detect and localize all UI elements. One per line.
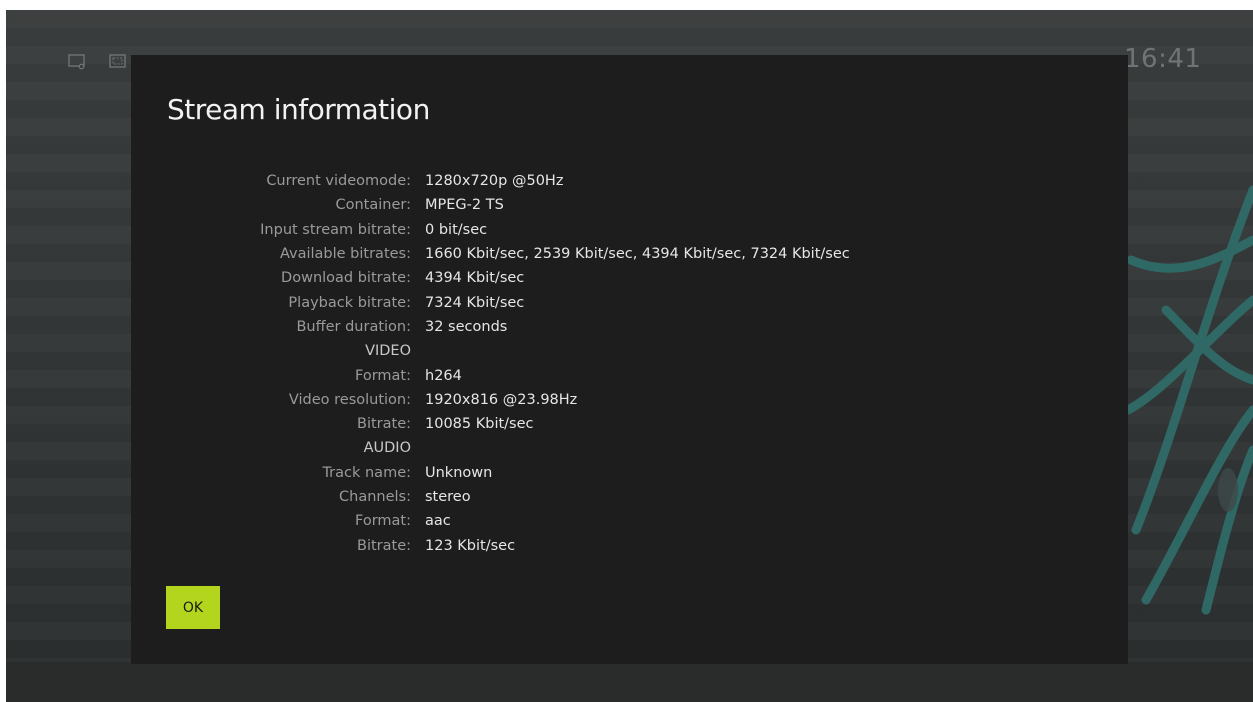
section-header-row: VIDEO [131, 339, 1128, 363]
info-value: 1280x720p @50Hz [425, 173, 564, 190]
info-row: Channels: stereo [131, 485, 1128, 509]
info-value: stereo [425, 489, 471, 505]
info-label: Format: [355, 367, 411, 384]
info-label: Format: [355, 513, 411, 530]
info-label: Track name: [322, 464, 411, 481]
info-value: h264 [425, 367, 462, 384]
info-value: MPEG-2 TS [425, 197, 504, 214]
info-row: Video resolution: 1920x816 @23.98Hz [131, 388, 1128, 412]
info-label: Input stream bitrate: [260, 221, 411, 238]
info-row: Track name: Unknown [131, 461, 1128, 485]
info-row: Buffer duration: 32 seconds [131, 315, 1128, 339]
info-value: 4394 Kbit/sec [425, 270, 525, 287]
stream-info-dialog: Stream information Current videomode: 128… [131, 55, 1128, 664]
stream-info-table: Current videomode: 1280x720p @50Hz Contain… [131, 169, 1128, 558]
section-header: AUDIO [363, 440, 411, 457]
info-label: Buffer duration: [296, 318, 411, 335]
info-label: Download bitrate: [281, 270, 411, 287]
info-label: Available bitrates: [279, 246, 411, 263]
cast-icon[interactable] [68, 54, 86, 70]
info-label: Playback bitrate: [288, 294, 411, 311]
info-row: Format: h264 [131, 363, 1128, 387]
info-row: Playback bitrate: 7324 Kbit/sec [131, 290, 1128, 314]
fullscreen-icon[interactable] [109, 54, 127, 70]
info-label: Container: [335, 197, 412, 214]
info-label: Bitrate: [357, 537, 411, 554]
info-row: Download bitrate: 4394 Kbit/sec [131, 266, 1128, 290]
info-row: Container: MPEG-2 TS [131, 193, 1128, 217]
info-value: 7324 Kbit/sec [425, 294, 525, 311]
dialog-title: Stream information [167, 93, 430, 126]
info-value: 0 bit/sec [425, 221, 488, 238]
info-row: Bitrate: 123 Kbit/sec [131, 533, 1128, 557]
info-label: Bitrate: [357, 416, 411, 433]
section-header-row: AUDIO [131, 436, 1128, 460]
info-label: Channels: [339, 489, 411, 505]
info-row: Current videomode: 1280x720p @50Hz [131, 169, 1128, 193]
info-value: 1660 Kbit/sec, 2539 Kbit/sec, 4394 Kbit/… [425, 246, 850, 263]
info-label: Current videomode: [266, 173, 411, 190]
info-value: 32 seconds [425, 318, 508, 335]
bottom-band [6, 662, 1253, 702]
info-row: Available bitrates: 1660 Kbit/sec, 2539 K… [131, 242, 1128, 266]
info-row: Bitrate: 10085 Kbit/sec [131, 412, 1128, 436]
info-value: 10085 Kbit/sec [425, 416, 534, 433]
info-row: Format: aac [131, 509, 1128, 533]
section-header: VIDEO [365, 343, 411, 360]
info-value: Unknown [425, 464, 493, 481]
info-value: aac [425, 513, 451, 530]
info-value: 1920x816 @23.98Hz [425, 391, 578, 408]
info-label: Video resolution: [288, 391, 411, 408]
info-row: Input stream bitrate: 0 bit/sec [131, 218, 1128, 242]
clock: 16:41 [1124, 44, 1202, 74]
ok-button[interactable]: OK [166, 586, 220, 629]
info-value: 123 Kbit/sec [425, 537, 516, 554]
